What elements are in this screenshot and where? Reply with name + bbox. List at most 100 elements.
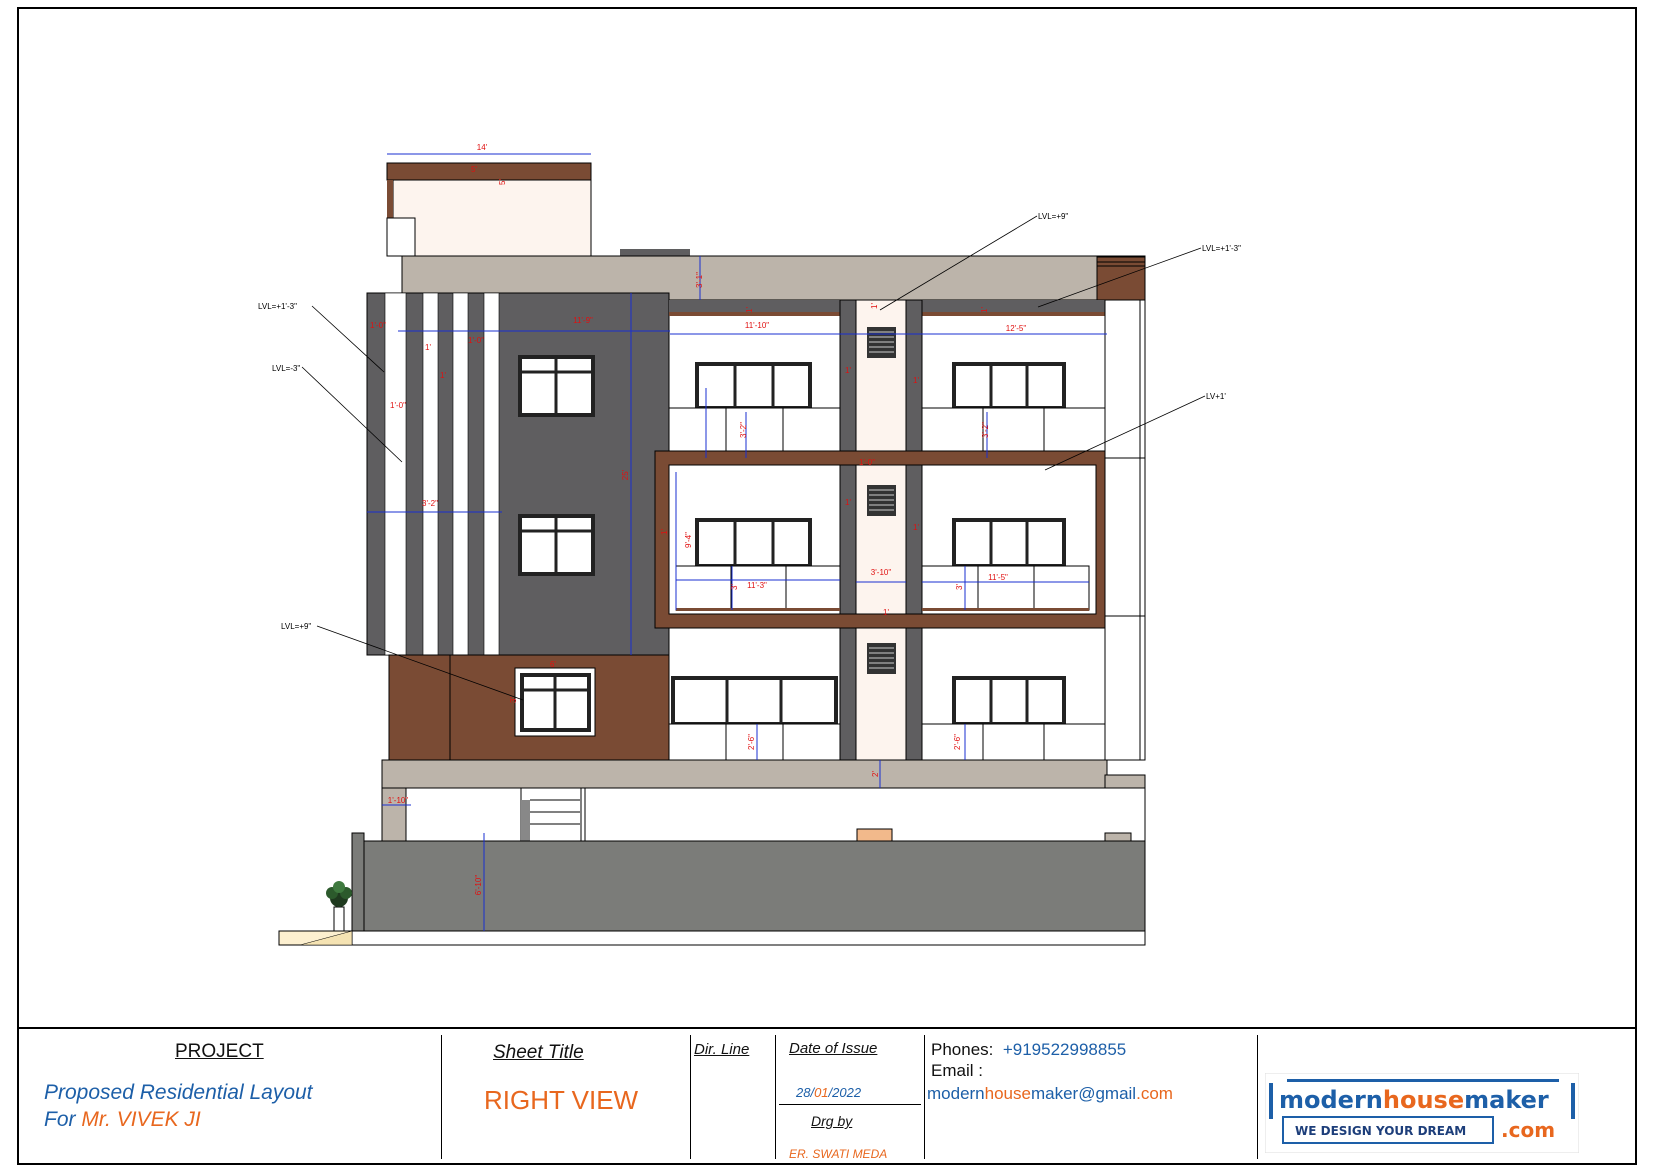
level-label: LVL=+1'-3" <box>1202 244 1241 253</box>
dimension-label: 5' <box>471 165 477 174</box>
middle-floor-right-window <box>952 518 1066 568</box>
dimension-label: 3'-10" <box>871 568 892 577</box>
logo-com: .com <box>1501 1118 1555 1142</box>
top-floor-right-window <box>952 362 1066 410</box>
dimension-label: 11'-9" <box>573 316 593 325</box>
dimension-label: 1' <box>883 608 889 617</box>
sheet-title: RIGHT VIEW <box>484 1085 639 1115</box>
ground-strip <box>351 930 1146 946</box>
lower-floor-right-window <box>952 676 1066 726</box>
dimension-label: 3'-1" <box>695 272 704 288</box>
dimension-label: 9'-4" <box>684 532 693 548</box>
dimension-label: 1' <box>745 307 754 313</box>
stair-shaft <box>855 299 907 761</box>
stair-cabin-lower-white <box>386 217 416 257</box>
level-label: LVL=+9" <box>1038 212 1068 221</box>
divider <box>924 1035 925 1159</box>
boundary-wall-left <box>351 832 365 932</box>
phones-line: Phones: +919522998855 <box>931 1040 1127 1059</box>
divider <box>690 1035 691 1159</box>
fin-gap-1 <box>384 292 407 656</box>
title-block: PROJECT Proposed Residential Layout For … <box>17 1027 1637 1165</box>
right-elevation-drawing: 14' 5' 5' 3'-1" 1' 1' 11'-10" 12'-5" 1'-0" 1' 1'-0… <box>258 143 1241 946</box>
dimension-label: 1' <box>980 307 989 313</box>
date-of-issue-heading: Date of Issue <box>789 1040 878 1057</box>
dimension-label: 6' <box>550 660 556 669</box>
issue-date: 28/01/2022 <box>796 1085 862 1100</box>
boundary-step-right <box>1104 832 1132 842</box>
right-side-outline <box>1104 299 1146 761</box>
divider <box>779 1104 921 1105</box>
dimension-label: 14' <box>477 143 488 152</box>
dimension-label: 25' <box>621 469 630 480</box>
dimension-label: 1'-0" <box>859 458 875 467</box>
sheet-title-heading: Sheet Title <box>493 1042 584 1063</box>
dimension-label: 1'-0" <box>468 336 484 345</box>
roof-rail-right <box>1096 255 1146 301</box>
dimension-label: 11'-10" <box>745 321 769 330</box>
drawn-by-name: ER. SWATI MEDA <box>789 1147 888 1161</box>
dimension-label: 1' <box>440 371 446 380</box>
dimension-label: 2' <box>871 771 880 777</box>
dimension-label: 6'-10" <box>474 875 483 896</box>
dimension-label: 2'-6" <box>953 734 962 750</box>
level-label: LVL=+1'-3" <box>258 302 297 311</box>
dimension-label: 3' <box>730 584 739 590</box>
top-slab-brown-right <box>922 312 1105 316</box>
divider <box>1257 1035 1258 1159</box>
top-slab-brown <box>669 312 840 316</box>
fin-gap-3 <box>452 292 469 656</box>
phone-number[interactable]: +919522998855 <box>1003 1040 1126 1059</box>
dimension-label: 3'-2" <box>981 422 990 438</box>
vent-top <box>867 327 896 358</box>
dimension-label: 1'-0" <box>370 321 386 330</box>
level-label: LV+1' <box>1206 392 1226 401</box>
roof-parapet-cap <box>620 249 690 256</box>
project-for: For <box>44 1108 76 1131</box>
email-address[interactable]: modernhousemaker@gmail.com <box>927 1084 1173 1104</box>
project-heading: PROJECT <box>175 1041 264 1062</box>
client-name: Mr. VIVEK JI <box>81 1108 201 1131</box>
project-description: Proposed Residential Layout <box>44 1081 313 1104</box>
dimension-label: 3' <box>955 584 964 590</box>
dimension-label: 1' <box>845 366 851 375</box>
dimension-label: 1' <box>660 529 669 535</box>
dimension-label: 3' <box>509 697 518 703</box>
plinth-band <box>381 759 1108 789</box>
dimension-label: 1' <box>845 498 851 507</box>
divider <box>775 1035 776 1159</box>
email-label: Email : <box>931 1061 983 1080</box>
dimension-label: 5' <box>498 179 507 185</box>
divider <box>441 1035 442 1159</box>
lower-floor-left-window <box>671 676 838 726</box>
stair-cabin-wall <box>392 179 592 257</box>
dimension-label: 3'-2" <box>739 422 748 438</box>
dimension-label: 1' <box>425 343 431 352</box>
middle-floor-left-window <box>695 518 812 568</box>
lower-floor-right-railing <box>921 723 1106 761</box>
dimension-label: 1' <box>913 376 919 385</box>
level-label: LVL=+9" <box>281 622 311 631</box>
dimension-label: 1' <box>913 523 919 532</box>
dimension-label: 11'-3" <box>747 581 767 590</box>
vent-bottom <box>867 643 896 674</box>
dimension-label: 1'-0" <box>390 401 406 410</box>
drawn-by-heading: Drg by <box>811 1113 853 1129</box>
stair-cabin-side-brown <box>387 180 393 218</box>
dimension-label: 2'-6" <box>747 734 756 750</box>
potted-plant-icon <box>326 881 352 932</box>
project-client-line: For Mr. VIVEK JI <box>44 1108 201 1132</box>
dimension-label: 1' <box>870 303 879 309</box>
meter-box <box>856 828 893 842</box>
level-label: LVL=-3" <box>272 364 300 373</box>
dir-line-heading: Dir. Line <box>694 1041 750 1058</box>
dimension-label: 12'-5" <box>1006 324 1027 333</box>
plinth-band-right <box>1104 774 1146 789</box>
logo-tagline: WE DESIGN YOUR DREAM <box>1295 1124 1466 1138</box>
top-floor-left-window <box>695 362 812 410</box>
stair-cabin-slab <box>386 162 592 181</box>
fin-gap-4 <box>483 292 500 656</box>
brand-logo: modernhousemaker WE DESIGN YOUR DREAM .c… <box>1265 1073 1579 1153</box>
dimension-label: 11'-5" <box>988 573 1008 582</box>
dimension-label: 1'-10" <box>388 796 409 805</box>
